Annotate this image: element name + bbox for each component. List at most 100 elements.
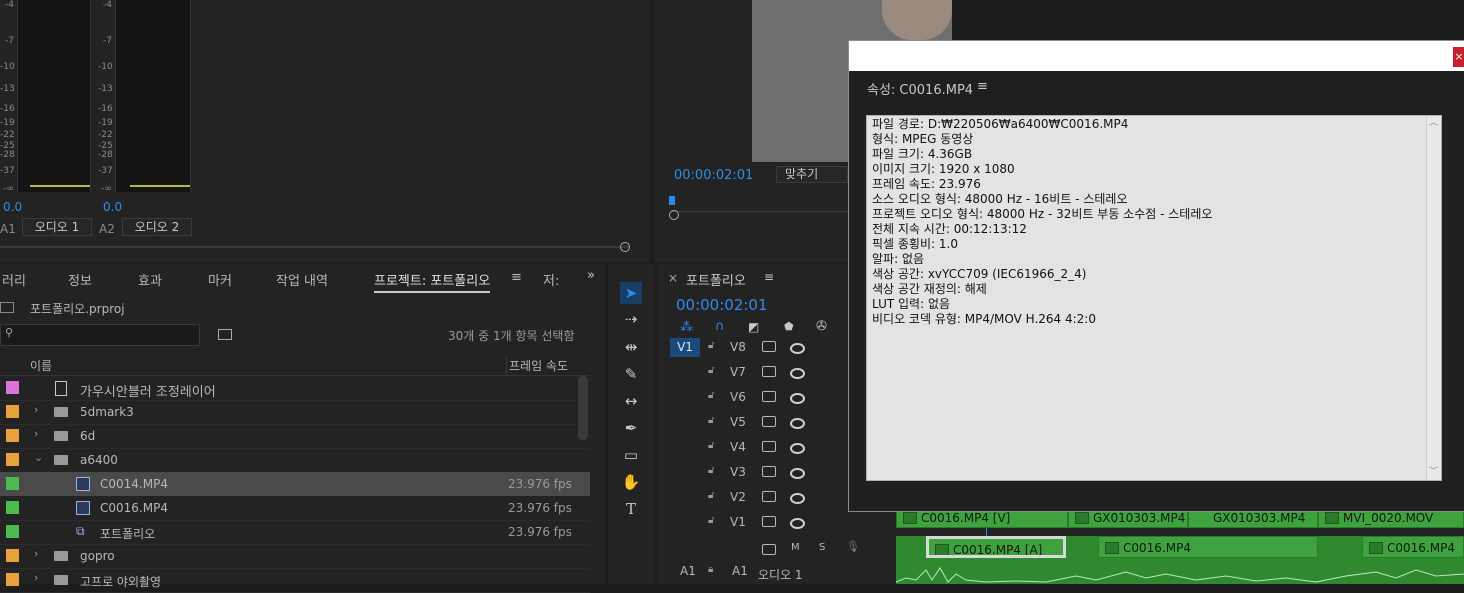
sync-lock-icon[interactable]: [762, 516, 776, 527]
program-timecode[interactable]: 00:00:02:01: [674, 168, 753, 183]
hand-tool-icon[interactable]: ✋: [620, 471, 642, 493]
sequence-menu-icon[interactable]: ≡: [764, 270, 774, 284]
audio-clip-c0016-c[interactable]: C0016.MP4: [1362, 536, 1464, 558]
project-item-row[interactable]: › 5dmark3: [0, 400, 590, 425]
dialog-close-button[interactable]: ×: [1453, 47, 1464, 67]
track-lock-icon[interactable]: 🔓︎: [708, 440, 714, 451]
project-item-row[interactable]: ⌄ a6400: [0, 448, 590, 473]
label-color-swatch[interactable]: [6, 453, 19, 466]
sync-lock-icon[interactable]: [762, 366, 776, 377]
track-name[interactable]: V3: [730, 465, 746, 479]
label-color-swatch[interactable]: [6, 549, 19, 562]
label-color-swatch[interactable]: [6, 573, 19, 586]
audio-sync-icon[interactable]: [762, 544, 776, 555]
scroll-up-icon[interactable]: ︿: [1429, 116, 1438, 131]
monitor-scroll-handle[interactable]: [669, 210, 679, 220]
eye-icon[interactable]: [790, 468, 805, 479]
sync-lock-icon[interactable]: [762, 466, 776, 477]
audio-clip-c0016-a[interactable]: C0016.MP4 [A]: [926, 536, 1066, 558]
track-lock-icon[interactable]: 🔓︎: [708, 415, 714, 426]
column-name[interactable]: 이름: [30, 357, 52, 374]
sync-lock-icon[interactable]: [762, 341, 776, 352]
sync-lock-icon[interactable]: [762, 391, 776, 402]
project-item-row[interactable]: › 고프로 야외촬영: [0, 568, 590, 593]
properties-scrollbar[interactable]: ︿ ﹀: [1426, 116, 1441, 480]
track-name[interactable]: V6: [730, 390, 746, 404]
eye-icon[interactable]: [790, 393, 805, 404]
eye-icon[interactable]: [790, 443, 805, 454]
audio-lock-icon[interactable]: 🔒︎: [708, 564, 713, 575]
snap-icon[interactable]: ∩: [715, 319, 725, 334]
mute-button[interactable]: M: [791, 542, 800, 553]
label-color-swatch[interactable]: [6, 405, 19, 418]
tab-overflow[interactable]: 저:: [543, 270, 559, 289]
nest-icon[interactable]: ⁂: [680, 320, 693, 335]
monitor-playhead[interactable]: [669, 196, 675, 205]
close-sequence-icon[interactable]: ×: [668, 271, 678, 285]
chevron-right-icon[interactable]: ›: [34, 403, 38, 416]
track-name[interactable]: V5: [730, 415, 746, 429]
audio-clip-c0016-b[interactable]: C0016.MP4: [1098, 536, 1318, 558]
new-search-bin-icon[interactable]: [218, 329, 232, 340]
label-color-swatch[interactable]: [6, 525, 19, 538]
track-name[interactable]: V1: [730, 515, 746, 529]
monitor-time-ruler[interactable]: [672, 207, 850, 212]
sequence-tab[interactable]: 포트폴리오: [686, 270, 746, 289]
audio-source-patch[interactable]: A1: [680, 564, 696, 578]
project-item-row[interactable]: C0014.MP4 23.976 fps: [0, 472, 590, 496]
linked-selection-icon[interactable]: ◩: [748, 320, 759, 334]
project-item-row[interactable]: › 6d: [0, 424, 590, 449]
project-search-input[interactable]: ⚲: [0, 324, 200, 346]
track-select-tool-icon[interactable]: ⇢: [620, 308, 642, 330]
tab-library[interactable]: 러리: [2, 270, 26, 289]
scroll-down-icon[interactable]: ﹀: [1429, 465, 1438, 480]
label-color-swatch[interactable]: [6, 501, 19, 514]
type-tool-icon[interactable]: T: [620, 498, 642, 520]
eye-icon[interactable]: [790, 343, 805, 354]
zoom-select[interactable]: 맞추기: [776, 166, 848, 183]
track-lock-icon[interactable]: 🔓︎: [708, 490, 714, 501]
audio-scroll-handle[interactable]: [620, 242, 630, 252]
chevron-down-icon[interactable]: ⌄: [34, 451, 43, 464]
tab-project[interactable]: 프로젝트: 포트폴리오: [374, 270, 491, 293]
track-lock-icon[interactable]: 🔓︎: [708, 390, 714, 401]
rectangle-tool-icon[interactable]: ▭: [620, 444, 642, 466]
sync-lock-icon[interactable]: [762, 491, 776, 502]
column-frame-rate[interactable]: 프레임 속도: [506, 357, 568, 374]
tab-menu-icon[interactable]: ≡: [511, 270, 522, 285]
track-name[interactable]: V4: [730, 440, 746, 454]
solo-button[interactable]: S: [819, 542, 825, 553]
sync-lock-icon[interactable]: [762, 416, 776, 427]
track-lock-icon[interactable]: 🔓︎: [708, 340, 714, 351]
track-name[interactable]: V7: [730, 365, 746, 379]
project-item-row[interactable]: 가우시안블러 조정레이어: [0, 376, 590, 401]
voiceover-mic-icon[interactable]: 🎙︎: [846, 540, 860, 553]
track-name[interactable]: V8: [730, 340, 746, 354]
project-item-row[interactable]: › gopro: [0, 544, 590, 569]
label-color-swatch[interactable]: [6, 477, 19, 490]
track-lock-icon[interactable]: 🔓︎: [708, 365, 714, 376]
chevron-right-icon[interactable]: ›: [34, 427, 38, 440]
tab-effects[interactable]: 효과: [138, 270, 162, 289]
tab-info[interactable]: 정보: [68, 270, 92, 289]
chevron-right-icon[interactable]: ›: [34, 571, 38, 584]
slip-tool-icon[interactable]: ↔: [620, 390, 642, 412]
label-color-swatch[interactable]: [6, 429, 19, 442]
project-item-row[interactable]: ⧉ 포트폴리오 23.976 fps: [0, 520, 590, 545]
eye-icon[interactable]: [790, 493, 805, 504]
selection-tool-icon[interactable]: ➤: [620, 282, 642, 304]
tab-history[interactable]: 작업 내역: [276, 270, 328, 289]
project-scrollbar[interactable]: [578, 376, 588, 440]
label-color-swatch[interactable]: [6, 381, 19, 394]
track-name[interactable]: V2: [730, 490, 746, 504]
chevron-right-icon[interactable]: ›: [34, 547, 38, 560]
eye-icon[interactable]: [790, 518, 805, 529]
tabs-more-icon[interactable]: »: [587, 268, 595, 283]
tab-markers[interactable]: 마커: [208, 270, 232, 289]
eye-icon[interactable]: [790, 418, 805, 429]
channel-name-a1[interactable]: 오디오 1: [22, 218, 92, 236]
ripple-edit-tool-icon[interactable]: ⇹: [620, 336, 642, 358]
pen-tool-icon[interactable]: ✒: [620, 417, 642, 439]
razor-tool-icon[interactable]: ✎: [620, 363, 642, 385]
add-marker-icon[interactable]: ⬟: [784, 320, 794, 333]
